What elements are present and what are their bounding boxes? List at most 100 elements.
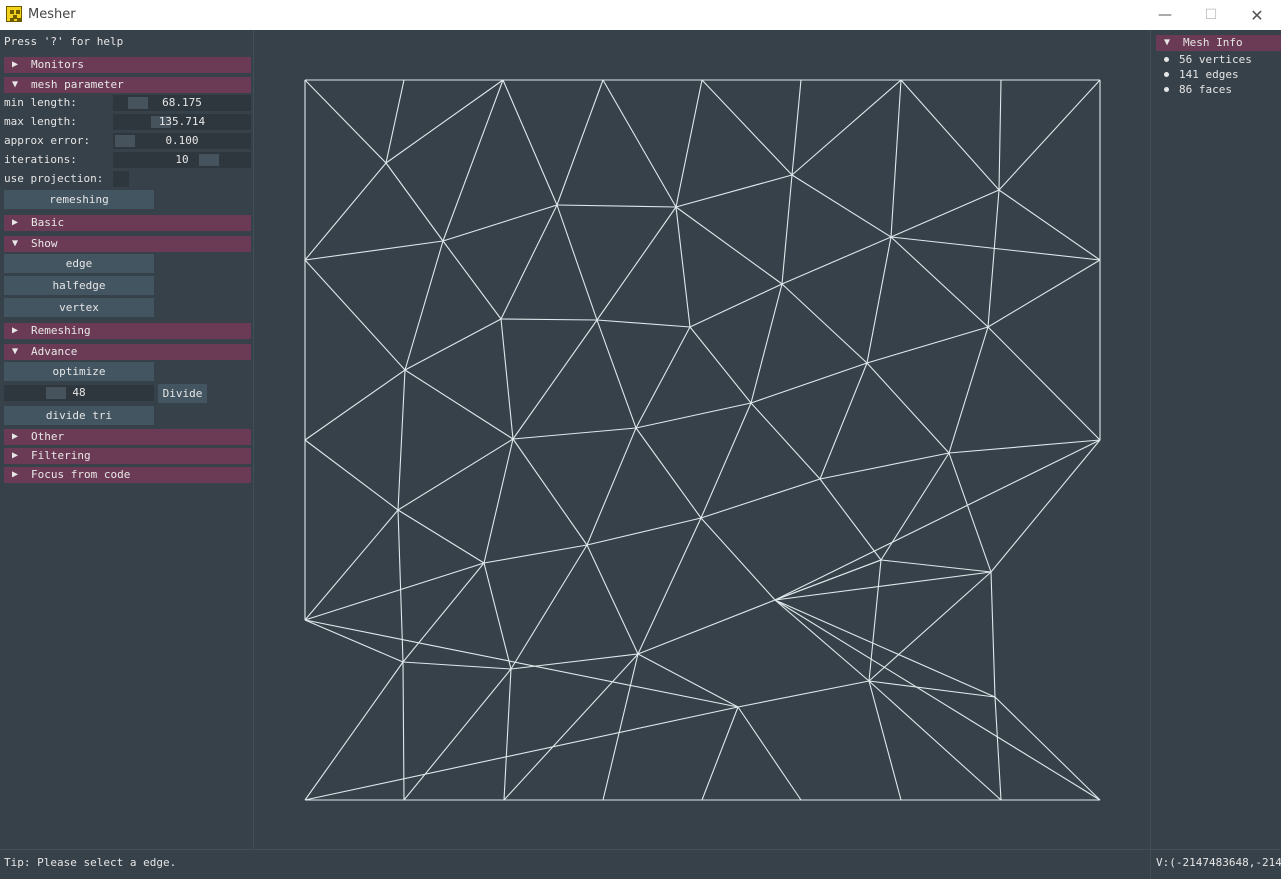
mesh-edge[interactable] xyxy=(750,402,821,480)
mesh-edge[interactable] xyxy=(866,362,950,454)
mesh-edge[interactable] xyxy=(880,559,992,573)
mesh-edge[interactable] xyxy=(774,571,992,601)
mesh-edge[interactable] xyxy=(998,189,1101,261)
mesh-edge[interactable] xyxy=(791,79,802,176)
mesh-edge[interactable] xyxy=(637,517,702,655)
mesh-edge[interactable] xyxy=(675,174,793,208)
mesh-edge[interactable] xyxy=(500,318,598,321)
mesh-edge[interactable] xyxy=(737,706,802,801)
mesh-edge[interactable] xyxy=(868,571,992,682)
mesh-edge[interactable] xyxy=(385,162,444,242)
mesh-edge[interactable] xyxy=(397,509,485,564)
mesh-edge[interactable] xyxy=(987,326,1101,441)
mesh-edge[interactable] xyxy=(819,452,950,480)
mesh-edge[interactable] xyxy=(868,680,902,801)
iterations-slider[interactable]: 10 xyxy=(113,152,251,168)
mesh-edge[interactable] xyxy=(675,79,703,208)
section-advance[interactable]: ▼ Advance xyxy=(4,344,251,360)
section-basic[interactable]: ▶ Basic xyxy=(4,215,251,231)
mesh-edge[interactable] xyxy=(890,189,1000,238)
mesh-edge[interactable] xyxy=(596,206,677,321)
mesh-edge[interactable] xyxy=(987,259,1101,328)
mesh-edge[interactable] xyxy=(781,174,793,285)
mesh-edge[interactable] xyxy=(304,706,739,801)
mesh-edge[interactable] xyxy=(700,517,776,601)
mesh-edge[interactable] xyxy=(502,79,558,206)
mesh-edge[interactable] xyxy=(404,240,444,371)
mesh-edge[interactable] xyxy=(994,696,1002,801)
mesh-edge[interactable] xyxy=(791,79,902,176)
mesh-edge[interactable] xyxy=(512,319,598,440)
mesh-edge[interactable] xyxy=(602,653,639,801)
vertex-button[interactable]: vertex xyxy=(4,298,154,317)
mesh-edge[interactable] xyxy=(556,79,604,206)
mesh-edge[interactable] xyxy=(304,562,485,621)
mesh-edge[interactable] xyxy=(781,283,868,364)
mesh-edge[interactable] xyxy=(304,259,406,371)
mesh-edge[interactable] xyxy=(890,236,989,328)
mesh-edge[interactable] xyxy=(397,369,406,511)
mesh-edge[interactable] xyxy=(868,559,882,682)
mesh-edge[interactable] xyxy=(586,427,637,546)
mesh-edge[interactable] xyxy=(819,362,868,480)
use-projection-checkbox[interactable] xyxy=(113,171,129,187)
mesh-edge[interactable] xyxy=(510,544,588,670)
mesh-edge[interactable] xyxy=(791,174,892,238)
mesh-edge[interactable] xyxy=(675,206,691,328)
mesh-edge[interactable] xyxy=(866,326,989,364)
mesh-edge[interactable] xyxy=(880,452,950,561)
mesh-edge[interactable] xyxy=(774,599,1101,801)
section-focus-from-code[interactable]: ▶ Focus from code xyxy=(4,467,251,483)
mesh-edge[interactable] xyxy=(781,236,892,285)
mesh-edge[interactable] xyxy=(503,653,639,801)
mesh-edge[interactable] xyxy=(483,438,514,564)
mesh-edge[interactable] xyxy=(774,559,882,601)
mesh-edge[interactable] xyxy=(596,319,691,328)
mesh-edge[interactable] xyxy=(397,438,514,511)
mesh-edge[interactable] xyxy=(586,544,639,655)
halfedge-button[interactable]: halfedge xyxy=(4,276,154,295)
mesh-edge[interactable] xyxy=(404,369,514,440)
mesh-edge[interactable] xyxy=(750,362,868,404)
mesh-edge[interactable] xyxy=(990,439,1101,573)
mesh-edge[interactable] xyxy=(402,562,485,663)
mesh-edge[interactable] xyxy=(404,318,502,371)
mesh-edge[interactable] xyxy=(637,653,739,708)
mesh-edge[interactable] xyxy=(385,79,504,164)
mesh-edge[interactable] xyxy=(556,204,598,321)
mesh-edge[interactable] xyxy=(602,79,677,208)
mesh-edge[interactable] xyxy=(635,427,702,519)
mesh-edge[interactable] xyxy=(512,438,588,546)
mesh-canvas[interactable] xyxy=(255,30,1149,849)
mesh-viewport[interactable] xyxy=(255,30,1149,849)
max-length-slider[interactable]: 135.714 xyxy=(113,114,251,130)
mesh-edge[interactable] xyxy=(890,79,902,238)
mesh-edge[interactable] xyxy=(483,544,588,564)
mesh-edge[interactable] xyxy=(637,599,776,655)
mesh-edge[interactable] xyxy=(774,439,1101,601)
mesh-edge[interactable] xyxy=(442,79,504,242)
mesh-edge[interactable] xyxy=(750,283,783,404)
mesh-edge[interactable] xyxy=(483,562,512,670)
mesh-edge[interactable] xyxy=(304,369,406,441)
minimize-button[interactable]: — xyxy=(1142,0,1188,30)
mesh-edge[interactable] xyxy=(442,204,558,242)
edge-button[interactable]: edge xyxy=(4,254,154,273)
mesh-edge[interactable] xyxy=(701,706,739,801)
mesh-edge[interactable] xyxy=(900,79,1000,191)
section-other[interactable]: ▶ Other xyxy=(4,429,251,445)
mesh-edge[interactable] xyxy=(403,668,512,801)
mesh-edge[interactable] xyxy=(998,79,1101,191)
mesh-edge[interactable] xyxy=(512,427,637,440)
mesh-edge[interactable] xyxy=(500,204,558,320)
mesh-edge[interactable] xyxy=(774,599,870,682)
mesh-edge[interactable] xyxy=(635,402,752,429)
mesh-edge[interactable] xyxy=(701,79,793,176)
mesh-edge[interactable] xyxy=(500,318,514,440)
mesh-edge[interactable] xyxy=(586,517,702,546)
mesh-edge[interactable] xyxy=(304,162,387,261)
mesh-edge[interactable] xyxy=(700,402,752,519)
close-button[interactable]: ✕ xyxy=(1234,0,1280,30)
mesh-edge[interactable] xyxy=(948,452,992,573)
optimize-button[interactable]: optimize xyxy=(4,362,154,381)
